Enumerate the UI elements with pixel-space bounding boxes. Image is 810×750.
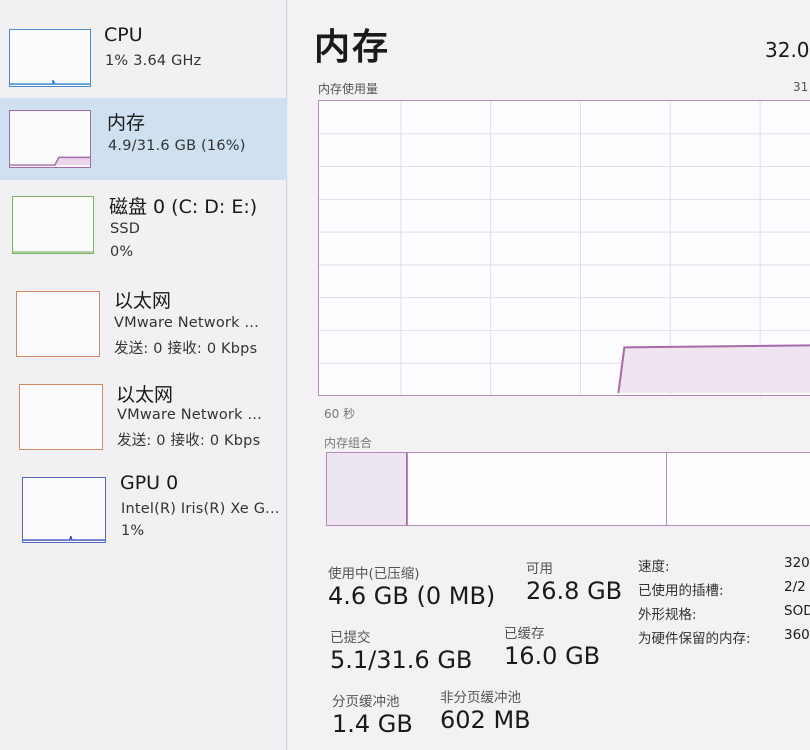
form-factor-label: 外形规格: bbox=[638, 607, 697, 623]
composition-standby bbox=[407, 453, 667, 525]
ethernet-thumbnail-graph bbox=[19, 384, 103, 450]
cached-label: 已缓存 bbox=[504, 626, 545, 642]
usage-graph-label: 内存使用量 bbox=[318, 82, 379, 96]
composition-in-use bbox=[327, 453, 407, 525]
available-label: 可用 bbox=[526, 561, 553, 577]
speed-label: 速度: bbox=[638, 559, 670, 575]
sidebar-item-detail: Intel(R) Iris(R) Xe G... bbox=[121, 501, 280, 517]
sidebar-item-title: 以太网 bbox=[116, 384, 174, 406]
slots-used-value: 2/2 bbox=[784, 579, 806, 595]
ethernet-thumbnail-graph bbox=[16, 291, 100, 357]
sidebar: CPU 1% 3.64 GHz 内存 4.9/31.6 GB (16%) 磁盘 … bbox=[0, 0, 287, 750]
form-factor-value: SOD bbox=[784, 603, 810, 619]
memory-usage-graph bbox=[318, 100, 810, 396]
committed-label: 已提交 bbox=[330, 630, 371, 646]
graph-time-span: 60 秒 bbox=[324, 407, 356, 421]
composition-label: 内存组合 bbox=[324, 436, 373, 450]
memory-composition-bar bbox=[326, 452, 810, 526]
sidebar-item-title: 以太网 bbox=[114, 290, 172, 312]
sidebar-item-detail: SSD bbox=[110, 221, 141, 237]
sidebar-item-usage: 1% bbox=[121, 523, 145, 539]
sidebar-item-throughput: 发送: 0 接收: 0 Kbps bbox=[114, 341, 258, 357]
sidebar-item-gpu[interactable]: GPU 0 Intel(R) Iris(R) Xe G... 1% bbox=[0, 464, 287, 556]
sidebar-item-detail: VMware Network ... bbox=[117, 407, 262, 423]
hardware-reserved-value: 360 bbox=[784, 627, 810, 643]
sidebar-item-title: 磁盘 0 (C: D: E:) bbox=[109, 196, 258, 218]
in-use-value: 4.6 GB (0 MB) bbox=[328, 582, 496, 610]
sidebar-item-usage: 0% bbox=[110, 244, 134, 260]
sidebar-item-title: GPU 0 bbox=[120, 472, 179, 494]
nonpaged-pool-label: 非分页缓冲池 bbox=[440, 690, 521, 706]
memory-thumbnail-graph bbox=[9, 110, 91, 168]
available-value: 26.8 GB bbox=[526, 577, 623, 605]
sidebar-item-title: 内存 bbox=[107, 112, 146, 134]
committed-value: 5.1/31.6 GB bbox=[330, 646, 473, 674]
slots-used-label: 已使用的插槽: bbox=[638, 583, 724, 599]
in-use-label: 使用中(已压缩) bbox=[328, 566, 420, 582]
sidebar-item-throughput: 发送: 0 接收: 0 Kbps bbox=[117, 433, 261, 449]
sidebar-item-detail: 1% 3.64 GHz bbox=[105, 53, 202, 69]
sidebar-item-memory[interactable]: 内存 4.9/31.6 GB (16%) bbox=[0, 98, 287, 180]
page-title: 内存 bbox=[314, 27, 391, 68]
sidebar-item-title: CPU bbox=[104, 24, 143, 46]
composition-free bbox=[668, 453, 810, 525]
paged-pool-value: 1.4 GB bbox=[332, 710, 413, 738]
speed-value: 320 bbox=[784, 555, 810, 571]
nonpaged-pool-value: 602 MB bbox=[440, 706, 531, 734]
disk-thumbnail-graph bbox=[12, 196, 94, 254]
memory-detail-panel: 内存 32.0 内存使用量 31 60 秒 内存组合 使用中(已压缩) 4.6 … bbox=[288, 0, 810, 750]
gpu-thumbnail-graph bbox=[22, 477, 106, 543]
cached-value: 16.0 GB bbox=[504, 642, 601, 670]
sidebar-item-detail: 4.9/31.6 GB (16%) bbox=[108, 138, 246, 154]
usage-graph-max: 31 bbox=[793, 80, 809, 94]
paged-pool-label: 分页缓冲池 bbox=[332, 694, 400, 710]
sidebar-item-detail: VMware Network ... bbox=[114, 315, 259, 331]
sidebar-item-disk[interactable]: 磁盘 0 (C: D: E:) SSD 0% bbox=[0, 182, 287, 274]
sidebar-item-cpu[interactable]: CPU 1% 3.64 GHz bbox=[0, 14, 287, 100]
sidebar-item-ethernet[interactable]: 以太网 VMware Network ... 发送: 0 接收: 0 Kbps bbox=[0, 276, 287, 368]
total-capacity: 32.0 bbox=[765, 38, 810, 62]
cpu-thumbnail-graph bbox=[9, 29, 91, 87]
hardware-reserved-label: 为硬件保留的内存: bbox=[638, 631, 751, 647]
sidebar-item-ethernet[interactable]: 以太网 VMware Network ... 发送: 0 接收: 0 Kbps bbox=[0, 370, 287, 462]
